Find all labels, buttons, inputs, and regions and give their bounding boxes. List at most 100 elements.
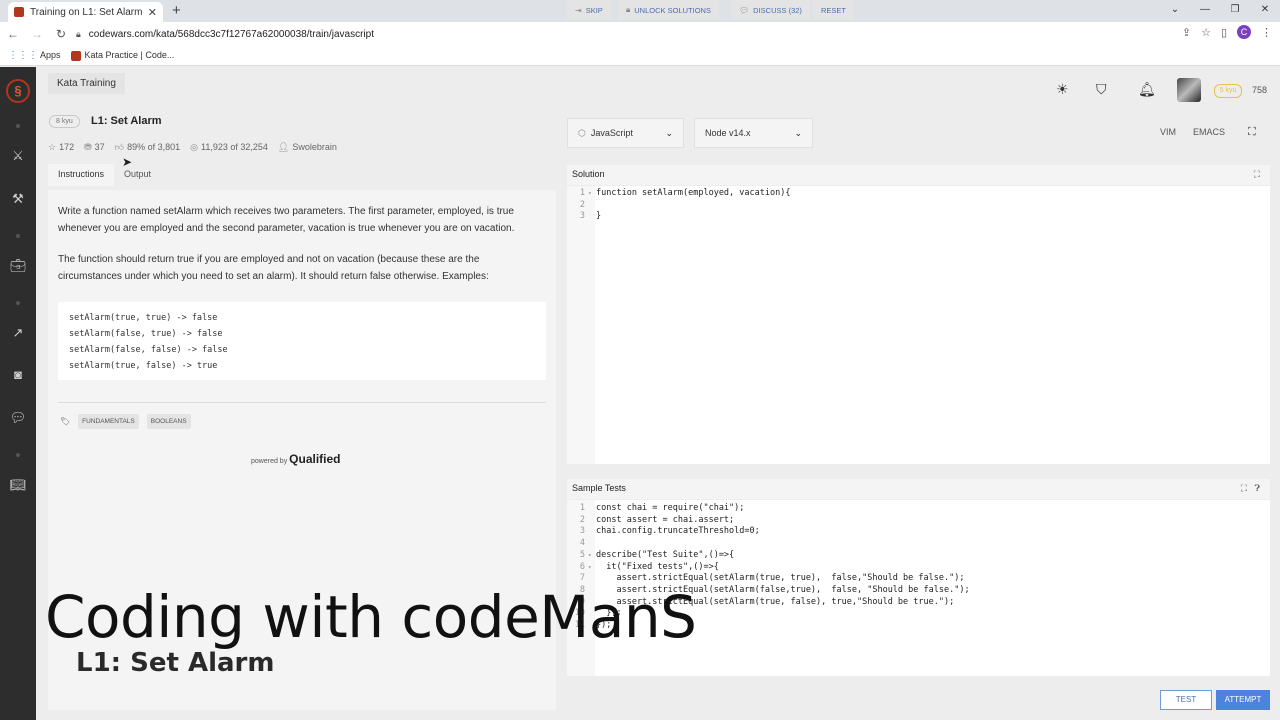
docs-book-icon[interactable]: 📖︎ bbox=[0, 477, 36, 493]
apps-grid-icon: ⋮⋮⋮ bbox=[8, 50, 38, 61]
practice-icon[interactable]: ⚔ bbox=[0, 148, 36, 164]
profile-avatar[interactable]: C bbox=[1237, 25, 1251, 39]
bookmark-apps[interactable]: ⋮⋮⋮ Apps bbox=[8, 50, 61, 61]
codewars-favicon bbox=[70, 50, 81, 61]
code-line: it("Fixed tests",()=>{ bbox=[596, 561, 719, 572]
solution-editor[interactable] bbox=[567, 186, 1270, 464]
codewars-logo[interactable]: § bbox=[6, 79, 30, 103]
language-value: JavaScript bbox=[590, 128, 633, 138]
code-line: function setAlarm(employed, vacation){ bbox=[596, 188, 791, 198]
collection-icon: ⛃ bbox=[84, 142, 92, 152]
minimize-icon[interactable]: — bbox=[1190, 0, 1220, 22]
nav-separator-dot bbox=[16, 234, 20, 238]
browser-actions: ⇪ ☆ ▯ C ⋮ bbox=[1182, 25, 1272, 39]
chevron-down-icon: ⌄ bbox=[665, 127, 673, 138]
code-line: describe("Test Suite",()=>{ bbox=[596, 549, 735, 560]
honor-score: 758 bbox=[1252, 85, 1268, 95]
skip-icon: ⇥ bbox=[575, 5, 582, 15]
fullscreen-icon[interactable]: ⛶ bbox=[1248, 126, 1256, 139]
test-button[interactable]: TEST bbox=[1160, 690, 1212, 710]
leaderboard-trend-icon[interactable]: ↗ bbox=[0, 325, 36, 341]
expand-icon[interactable]: ⛶ bbox=[1241, 483, 1247, 493]
share-icon[interactable]: ⇪ bbox=[1182, 26, 1191, 39]
language-icon: ⬡ bbox=[578, 127, 586, 138]
vim-mode-button[interactable]: VIM bbox=[1160, 127, 1176, 137]
tag-row: 🏷︎ FUNDAMENTALS BOOLEANS bbox=[60, 414, 191, 429]
help-icon[interactable]: ❓︎ bbox=[1255, 483, 1260, 493]
unlock-solutions-button[interactable]: 🔒︎ UNLOCK SOLUTIONS bbox=[618, 0, 719, 20]
reload-icon[interactable]: ↻ bbox=[50, 27, 72, 41]
bookmark-star-icon[interactable]: ☆ bbox=[1201, 26, 1211, 39]
close-window-icon[interactable]: ✕ bbox=[1250, 0, 1280, 22]
discord-icon[interactable]: ◙ bbox=[0, 367, 36, 382]
stars-stat[interactable]: ☆ 172 bbox=[48, 142, 74, 153]
powered-by-qualified[interactable]: powered by Qualified bbox=[251, 452, 341, 466]
lock-icon: 🔒︎ bbox=[626, 5, 631, 14]
restore-icon[interactable]: ❐ bbox=[1220, 0, 1250, 22]
code-line: const assert = chai.assert; bbox=[596, 514, 735, 525]
browser-tab[interactable]: Training on L1: Set Alarm | Code... ✕ bbox=[8, 2, 163, 22]
solution-label: Solution bbox=[572, 169, 605, 179]
address-bar[interactable]: 🔒︎ codewars.com/kata/568dcc3c7f12767a620… bbox=[76, 25, 1156, 43]
chevron-down-icon: ⌄ bbox=[794, 127, 802, 138]
discuss-button[interactable]: 💬︎ DISCUSS (32) bbox=[731, 0, 810, 20]
tag-fundamentals[interactable]: FUNDAMENTALS bbox=[78, 414, 139, 429]
collections-stat: ⛃ 37 bbox=[84, 142, 105, 152]
thumbs-up-icon: 👍︎ bbox=[114, 142, 125, 152]
language-select[interactable]: ⬡ JavaScript ⌄ bbox=[567, 118, 684, 148]
sample-tests-header: Sample Tests ⛶ ❓︎ bbox=[567, 479, 1270, 499]
notifications-bell-icon[interactable]: 🔔︎ bbox=[1138, 81, 1156, 98]
forward-icon[interactable]: → bbox=[26, 27, 48, 41]
instructions-paragraph-1: Write a function named setAlarm which re… bbox=[58, 206, 515, 234]
bookmark-kata-practice[interactable]: Kata Practice | Code... bbox=[70, 50, 174, 61]
forum-chat-icon[interactable]: 💬︎ bbox=[0, 410, 36, 426]
runtime-select[interactable]: Node v14.x ⌄ bbox=[694, 118, 813, 148]
menu-icon[interactable]: ⋮ bbox=[1261, 26, 1272, 39]
solution-gutter bbox=[567, 186, 595, 464]
tag-booleans[interactable]: BOOLEANS bbox=[146, 414, 191, 429]
emacs-mode-button[interactable]: EMACS bbox=[1193, 127, 1225, 137]
solution-code[interactable]: 1 ▾ function setAlarm(employed, vacation){… bbox=[567, 188, 1270, 223]
sample-tests-label: Sample Tests bbox=[572, 483, 626, 493]
theme-sun-icon[interactable]: ☀ bbox=[1056, 81, 1069, 98]
sidebar-icon[interactable]: ▯ bbox=[1221, 26, 1227, 39]
nav-separator-dot bbox=[16, 124, 20, 128]
reset-button[interactable]: RESET bbox=[813, 0, 855, 20]
expand-icon[interactable]: ⛶ bbox=[1254, 169, 1260, 180]
briefcase-icon[interactable]: 💼︎ bbox=[0, 258, 36, 274]
close-tab-icon[interactable]: ✕ bbox=[148, 6, 157, 19]
author-stat[interactable]: 👤︎ Swolebrain bbox=[278, 142, 337, 153]
tab-output[interactable]: Output bbox=[114, 164, 161, 186]
person-icon: 👤︎ bbox=[277, 142, 290, 152]
satisfaction-stat: 👍︎ 89% of 3,801 bbox=[114, 142, 181, 152]
lock-icon: 🔒︎ bbox=[76, 28, 81, 39]
window-controls: ⌄ — ❐ ✕ bbox=[1160, 0, 1280, 22]
new-tab-icon[interactable]: + bbox=[172, 2, 181, 19]
tab-search-icon[interactable]: ⌄ bbox=[1160, 0, 1190, 22]
url-text: codewars.com/kata/568dcc3c7f12767a620000… bbox=[88, 28, 374, 40]
sample-tests-tools: ⛶ ❓︎ bbox=[1241, 483, 1260, 494]
browser-navbar: ← → ↻ 🔒︎ codewars.com/kata/568dcc3c7f127… bbox=[0, 22, 1280, 46]
code-line: chai.config.truncateThreshold=0; bbox=[596, 526, 760, 537]
rank-badge: 5 kyu bbox=[1214, 84, 1242, 98]
nav-separator-dot bbox=[16, 301, 20, 305]
example-line: setAlarm(true, true) -> false bbox=[69, 313, 218, 323]
completed-stat: ◎ 11,923 of 32,254 bbox=[190, 142, 268, 152]
kata-title: L1: Set Alarm bbox=[91, 115, 162, 127]
back-icon[interactable]: ← bbox=[2, 27, 24, 41]
dojo-icon[interactable]: ⚒ bbox=[0, 191, 36, 207]
bookmarks-icon[interactable]: ⛉ bbox=[1096, 81, 1107, 98]
nav-separator-dot bbox=[16, 453, 20, 457]
user-avatar[interactable] bbox=[1177, 78, 1201, 102]
solution-header: Solution ⛶ bbox=[567, 165, 1270, 185]
bookmarks-bar: ⋮⋮⋮ Apps Kata Practice | Code... bbox=[0, 46, 1280, 66]
attempt-button[interactable]: ATTEMPT bbox=[1216, 690, 1270, 710]
codewars-favicon bbox=[14, 7, 24, 17]
example-line: setAlarm(false, false) -> false bbox=[69, 345, 228, 355]
tab-instructions[interactable]: Instructions bbox=[48, 164, 115, 186]
kata-training-tag: Kata Training bbox=[48, 73, 125, 94]
instructions-paragraph-2: The function should return true if you a… bbox=[58, 254, 489, 282]
skip-button[interactable]: ⇥ SKIP bbox=[567, 0, 611, 20]
runtime-value: Node v14.x bbox=[705, 128, 751, 138]
example-line: setAlarm(true, false) -> true bbox=[69, 361, 218, 371]
